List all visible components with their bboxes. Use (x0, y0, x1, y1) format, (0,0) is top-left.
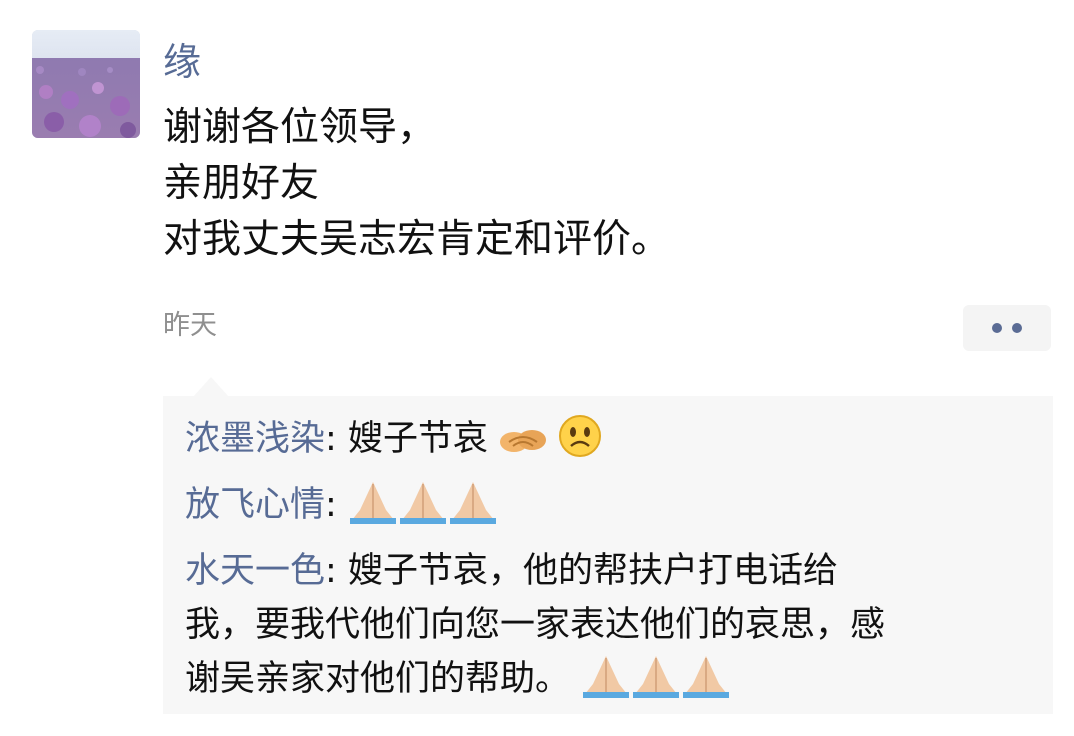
post-text: 谢谢各位领导， 亲朋好友 对我丈夫吴志宏肯定和评价。 (163, 100, 670, 268)
folded-hands-emoji-icon (631, 654, 681, 714)
post-line: 亲朋好友 (163, 161, 320, 206)
handshake-emoji-icon (499, 420, 547, 474)
sad-face-emoji-icon (558, 414, 602, 474)
post-line: 谢谢各位领导， (163, 105, 437, 150)
comments-box: 浓墨浅染: 嫂子节哀 放飞心情: 水天一色: 嫂子节哀，他的帮扶户打电话给 我，… (163, 396, 1053, 714)
comment-text: 嫂子节哀 (347, 419, 488, 459)
folded-hands-emoji-icon (398, 480, 448, 540)
comments-pointer (193, 377, 229, 397)
post-time: 昨天 (163, 310, 217, 341)
commenter-name[interactable]: 水天一色 (185, 551, 325, 591)
folded-hands-emoji-icon (448, 480, 498, 540)
comment-separator: : (325, 485, 348, 525)
author-name[interactable]: 缘 (163, 36, 201, 88)
comment-line: 水天一色: 嫂子节哀，他的帮扶户打电话给 (185, 544, 1045, 598)
post-line: 对我丈夫吴志宏肯定和评价。 (163, 217, 671, 262)
folded-hands-emoji-icon (348, 480, 398, 540)
comment-text: 嫂子节哀，他的帮扶户打电话给 (347, 551, 838, 591)
folded-hands-emoji-icon (681, 654, 731, 714)
more-dots-icon (1012, 323, 1022, 333)
more-dots-icon (992, 323, 1002, 333)
lavender-field-image (32, 30, 140, 138)
comment-item: 浓墨浅染: 嫂子节哀 (185, 412, 602, 474)
avatar[interactable] (32, 30, 140, 138)
folded-hands-emoji-icon (581, 654, 631, 714)
comment-line: 谢吴亲家对他们的帮助。 (185, 652, 1045, 714)
comment-line: 我，要我代他们向您一家表达他们的哀思，感 (185, 605, 886, 645)
commenter-name[interactable]: 浓墨浅染 (185, 419, 325, 459)
commenter-name[interactable]: 放飞心情 (185, 485, 325, 525)
more-actions-button[interactable] (963, 305, 1051, 351)
comment-separator: : (325, 419, 348, 459)
comment-item: 水天一色: 嫂子节哀，他的帮扶户打电话给 我，要我代他们向您一家表达他们的哀思，… (185, 544, 1045, 714)
comment-item: 放飞心情: (185, 478, 498, 540)
comment-separator: : (325, 551, 348, 591)
comment-text: 谢吴亲家对他们的帮助。 (185, 659, 571, 699)
